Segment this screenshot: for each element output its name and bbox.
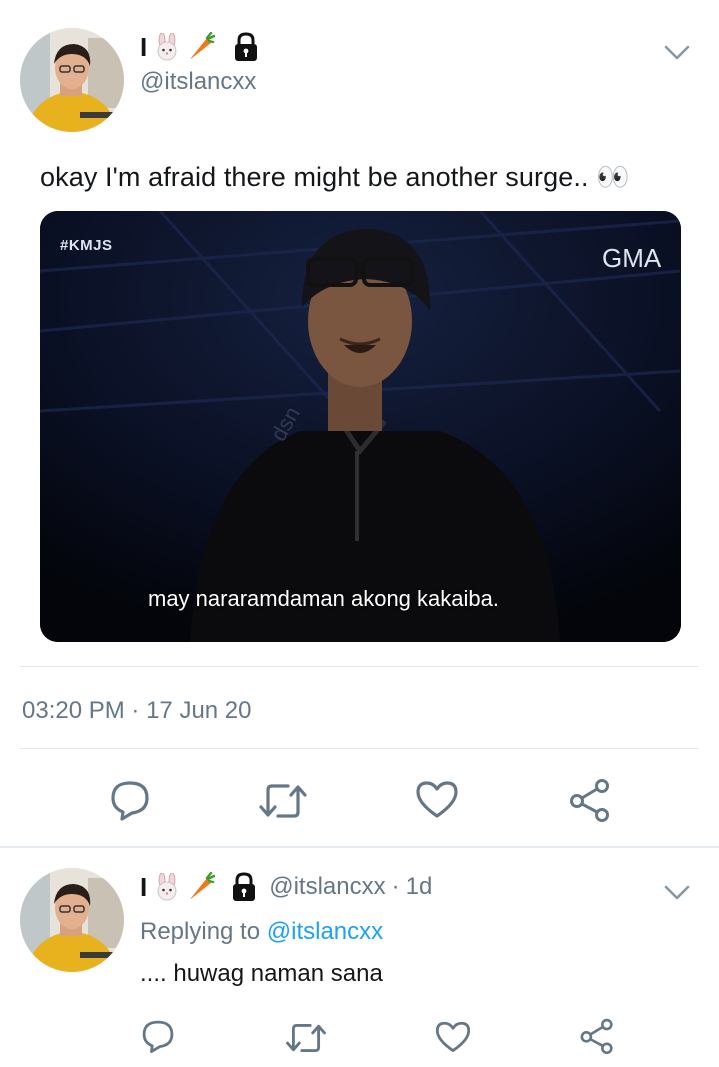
display-name[interactable]: I (140, 30, 261, 64)
like-button[interactable] (414, 778, 460, 820)
carrot-emoji-icon (190, 32, 216, 59)
reply-handle: @itslancxx (269, 873, 386, 900)
display-name-text: I (140, 31, 148, 62)
chevron-down-icon[interactable] (663, 38, 691, 66)
tweet-media[interactable]: #KMJS GMA dsn may nararamdaman akong kak… (40, 211, 681, 642)
lock-icon (233, 872, 256, 901)
reply-button[interactable] (108, 778, 152, 822)
reply-display-name: I (140, 871, 148, 902)
rabbit-emoji-icon (157, 873, 177, 901)
rabbit-emoji-icon (157, 33, 177, 61)
lock-icon (235, 32, 258, 61)
user-handle[interactable]: @itslancxx (140, 68, 256, 96)
media-image (40, 211, 681, 642)
reply-icon (111, 781, 149, 821)
replying-to-handle[interactable]: @itslancxx (267, 918, 383, 945)
reply-like-button[interactable] (434, 1019, 472, 1054)
retweet-button[interactable] (258, 780, 308, 822)
timestamp-separator: · (131, 697, 147, 724)
tweet-time: 03:20 PM (22, 697, 125, 724)
reply-meta-separator: · (391, 873, 400, 900)
reply-icon (142, 1020, 174, 1053)
divider (20, 748, 699, 749)
replying-to-label: Replying to (140, 918, 261, 945)
avatar[interactable] (20, 28, 124, 132)
tweet-date: 17 Jun 20 (146, 697, 252, 724)
divider (20, 666, 699, 667)
carrot-emoji-icon (190, 872, 216, 899)
tweet-timestamp[interactable]: 03:20 PM · 17 Jun 20 (22, 697, 252, 725)
reply-avatar[interactable] (20, 868, 124, 972)
reply-age: 1d (405, 873, 433, 900)
share-icon (580, 1018, 613, 1054)
like-icon (416, 781, 458, 818)
share-button[interactable] (568, 778, 612, 822)
media-network-logo: GMA (602, 243, 662, 273)
share-icon (570, 779, 609, 822)
media-caption: may nararamdaman akong kakaiba. (148, 586, 499, 611)
replying-to: Replying to @itslancxx (140, 918, 383, 946)
media-tag: #KMJS (60, 237, 113, 254)
reply-share-button[interactable] (579, 1018, 615, 1054)
reply-reply-button[interactable] (140, 1018, 176, 1054)
reply-header[interactable]: I @itslancxx · 1d (140, 870, 432, 904)
reply-text: .... huwag naman sana (140, 960, 383, 987)
reply-retweet-button[interactable] (285, 1020, 327, 1056)
like-icon (435, 1021, 471, 1052)
chevron-down-icon[interactable] (663, 878, 691, 906)
tweet-text: okay I'm afraid there might be another s… (40, 162, 630, 192)
divider (0, 846, 719, 848)
retweet-icon (259, 784, 307, 818)
retweet-icon (286, 1023, 326, 1053)
